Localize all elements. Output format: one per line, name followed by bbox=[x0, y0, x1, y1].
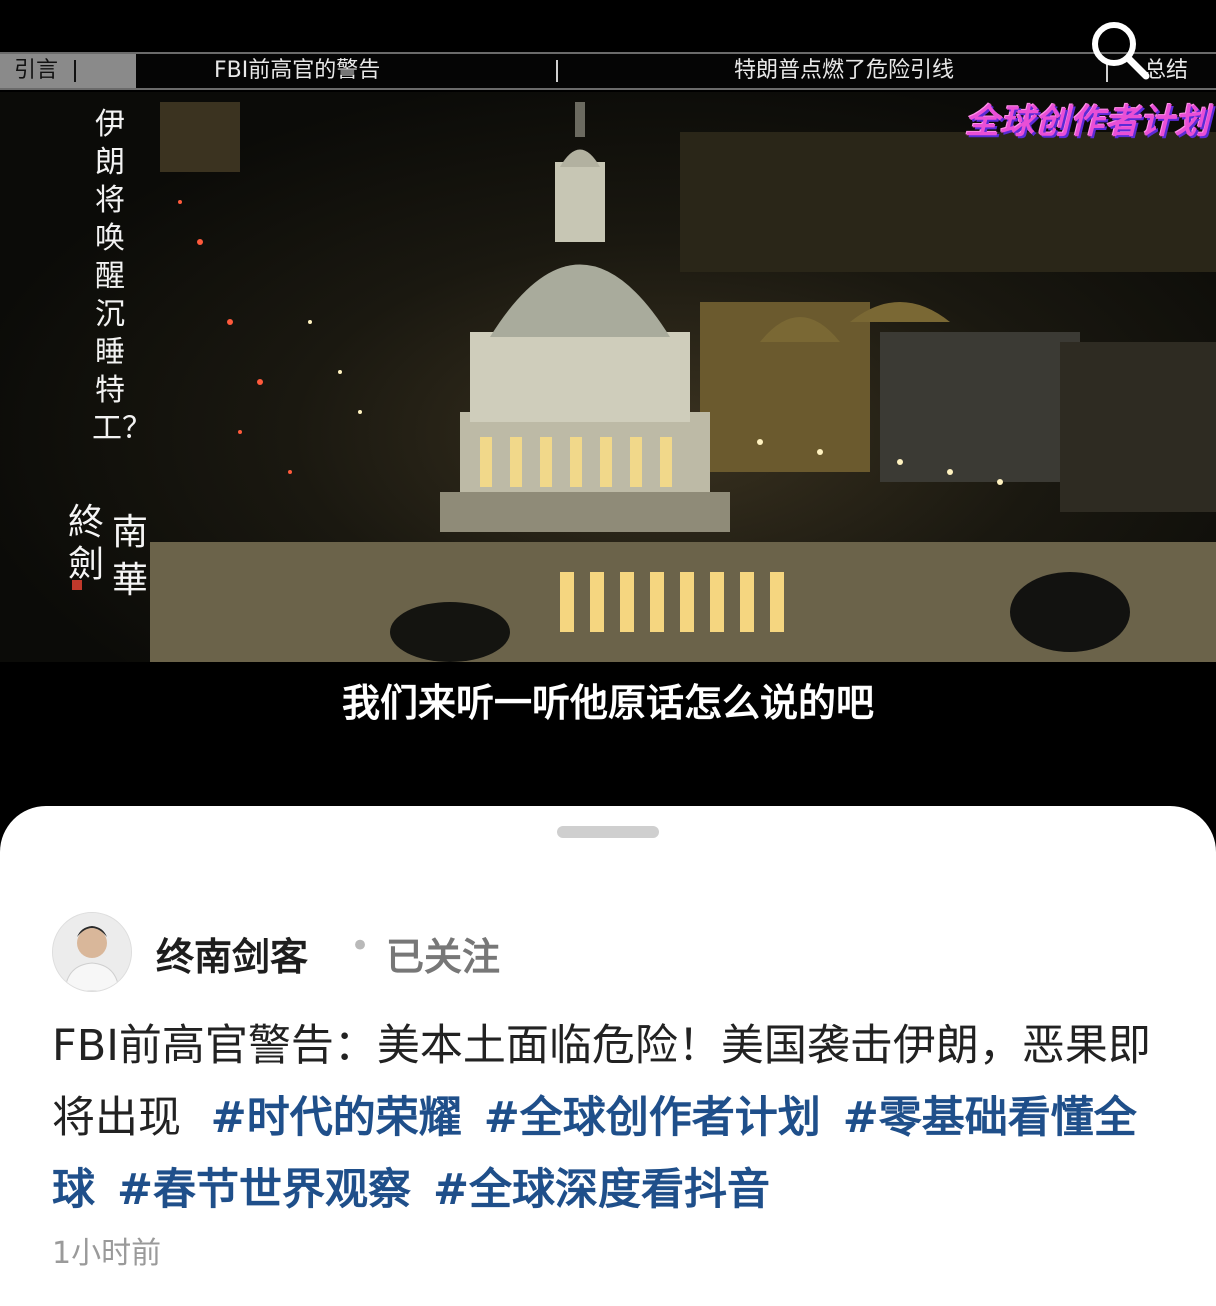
chapter-label: 引言 bbox=[14, 58, 59, 83]
author-name[interactable]: 终南剑客 bbox=[156, 926, 308, 981]
creator-program-badge: 全球创作者计划 bbox=[965, 102, 1210, 142]
follow-status-button[interactable]: 已关注 bbox=[386, 926, 500, 981]
svg-text:華: 華 bbox=[112, 560, 148, 601]
search-icon bbox=[1092, 22, 1150, 80]
capitol-night-scene bbox=[150, 102, 1216, 662]
svg-text:劍: 劍 bbox=[68, 544, 104, 585]
svg-text:終: 終 bbox=[68, 502, 104, 543]
svg-text:南: 南 bbox=[112, 512, 148, 553]
chapter-trump-fuse[interactable]: 特朗普点燃了危险引线 bbox=[734, 54, 954, 88]
author-row: 终南剑客 • 已关注 bbox=[52, 912, 752, 992]
chapter-divider bbox=[74, 60, 76, 82]
post-body: FBI前高官警告：美本土面临危险！美国袭击伊朗，恶果即将出现 #时代的荣耀 #全球… bbox=[52, 1010, 1172, 1226]
video-subtitle: 我们来听一听他原话怎么说的吧 bbox=[341, 680, 874, 725]
hashtag-link[interactable]: #春节世界观察 bbox=[117, 1165, 411, 1215]
post-timestamp: 1小时前 bbox=[52, 1236, 162, 1271]
video-player[interactable]: 引言 FBI前高官的警告 特朗普点燃了危险引线 总结 全球创作者计划 伊朗将唤醒… bbox=[0, 0, 1216, 808]
hashtag-link[interactable]: #全球创作者计划 bbox=[484, 1093, 821, 1143]
chapter-label: 特朗普点燃了危险引线 bbox=[734, 58, 955, 83]
post-detail-sheet: 终南剑客 • 已关注 FBI前高官警告：美本土面临危险！美国袭击伊朗，恶果即将出… bbox=[0, 806, 1216, 1306]
channel-logo: 終 南 劍 華 bbox=[66, 492, 156, 612]
chapter-intro[interactable]: 引言 bbox=[0, 54, 136, 88]
chapter-fbi-warning[interactable]: FBI前高官的警告 bbox=[214, 54, 380, 88]
hashtag-link[interactable]: #时代的荣耀 bbox=[211, 1093, 462, 1143]
separator-dot: • bbox=[350, 926, 371, 966]
sheet-drag-handle[interactable] bbox=[557, 826, 659, 838]
brand-logo-icon: 終 南 劍 華 bbox=[68, 502, 148, 601]
avatar[interactable] bbox=[52, 912, 132, 992]
video-frame: 全球创作者计划 伊朗将唤醒沉睡特工？ 終 南 劍 華 bbox=[0, 92, 1216, 662]
chapter-label: FBI前高官的警告 bbox=[214, 58, 381, 83]
search-button[interactable] bbox=[1088, 18, 1152, 82]
chapter-bar: 引言 FBI前高官的警告 特朗普点燃了危险引线 总结 bbox=[0, 52, 1216, 90]
hashtag-link[interactable]: #全球深度看抖音 bbox=[433, 1165, 770, 1215]
chapter-divider bbox=[556, 60, 558, 82]
vertical-caption: 伊朗将唤醒沉睡特工？ bbox=[92, 107, 152, 446]
avatar-portrait-icon bbox=[53, 913, 131, 991]
